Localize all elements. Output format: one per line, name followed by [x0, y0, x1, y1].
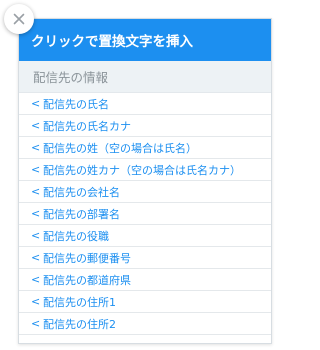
list-item[interactable]: < 配信先の役職: [19, 225, 271, 247]
list-item-label: 配信先の部署名: [43, 207, 120, 221]
section-label-recipient-info: 配信先の情報: [19, 61, 271, 93]
insert-placeholder-panel: クリックで置換文字を挿入 配信先の情報 < 配信先の氏名 < 配信先の氏名カナ < 配…: [18, 18, 272, 344]
chevron-left-icon: <: [31, 295, 41, 308]
placeholder-list: < 配信先の氏名 < 配信先の氏名カナ < 配信先の姓（空の場合は氏名） < 配信先の姓…: [19, 93, 271, 335]
list-item-label: 配信先の住所1: [43, 295, 116, 309]
list-item-label: 配信先の郵便番号: [43, 251, 131, 265]
list-item-label: 配信先の姓カナ（空の場合は氏名カナ）: [43, 163, 241, 177]
chevron-left-icon: <: [31, 251, 41, 264]
chevron-left-icon: <: [31, 185, 41, 198]
list-item-label: 配信先の会社名: [43, 185, 120, 199]
chevron-left-icon: <: [31, 207, 41, 220]
list-item-label: 配信先の役職: [43, 229, 109, 243]
list-item[interactable]: < 配信先の住所1: [19, 291, 271, 313]
close-icon: [13, 13, 25, 25]
list-item-label: 配信先の姓（空の場合は氏名）: [43, 141, 197, 155]
list-item[interactable]: < 配信先の住所2: [19, 313, 271, 335]
list-item-label: 配信先の住所2: [43, 317, 116, 331]
panel-title: クリックで置換文字を挿入: [19, 19, 271, 61]
chevron-left-icon: <: [31, 141, 41, 154]
list-item[interactable]: < 配信先の部署名: [19, 203, 271, 225]
chevron-left-icon: <: [31, 273, 41, 286]
close-button[interactable]: [4, 4, 34, 34]
list-item-label: 配信先の氏名: [43, 97, 109, 111]
list-item[interactable]: < 配信先の会社名: [19, 181, 271, 203]
list-item-label: 配信先の氏名カナ: [43, 119, 131, 133]
list-item[interactable]: < 配信先の氏名: [19, 93, 271, 115]
list-item[interactable]: < 配信先の姓（空の場合は氏名）: [19, 137, 271, 159]
chevron-left-icon: <: [31, 97, 41, 110]
chevron-left-icon: <: [31, 163, 41, 176]
popup-stage: クリックで置換文字を挿入 配信先の情報 < 配信先の氏名 < 配信先の氏名カナ < 配…: [0, 0, 280, 350]
chevron-left-icon: <: [31, 119, 41, 132]
list-item[interactable]: < 配信先の姓カナ（空の場合は氏名カナ）: [19, 159, 271, 181]
list-item[interactable]: < 配信先の都道府県: [19, 269, 271, 291]
list-item[interactable]: < 配信先の氏名カナ: [19, 115, 271, 137]
list-item[interactable]: < 配信先の郵便番号: [19, 247, 271, 269]
chevron-left-icon: <: [31, 317, 41, 330]
chevron-left-icon: <: [31, 229, 41, 242]
list-item-label: 配信先の都道府県: [43, 273, 131, 287]
